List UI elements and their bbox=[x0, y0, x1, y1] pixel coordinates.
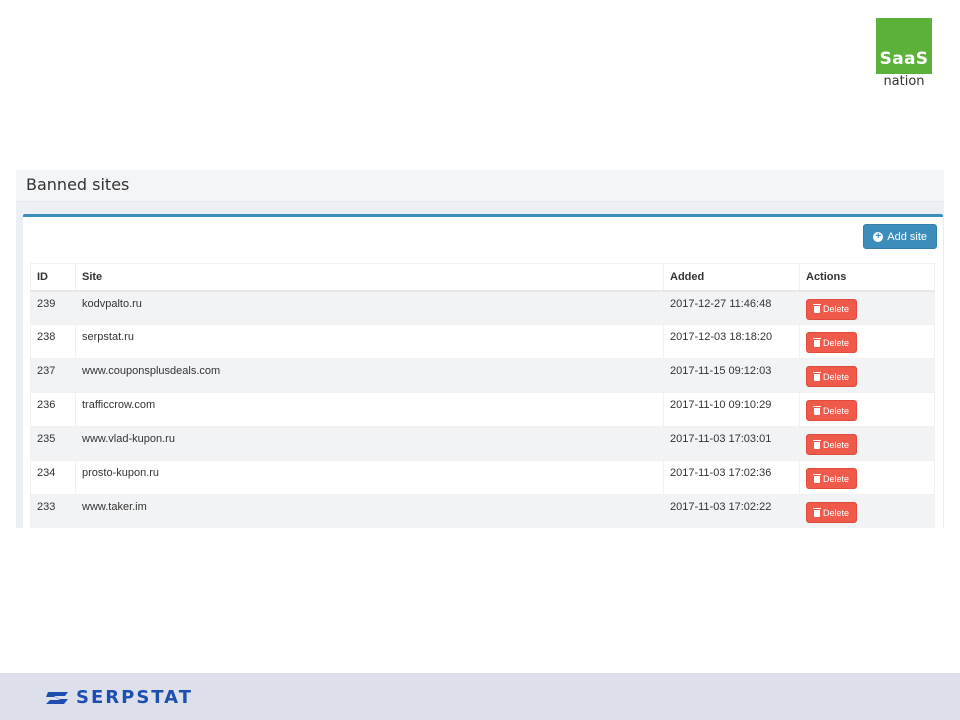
trash-icon bbox=[813, 439, 821, 449]
cell-id: 234 bbox=[30, 460, 76, 495]
cell-site: www.couponsplusdeals.com bbox=[75, 358, 664, 393]
cell-site: trafficcrow.com bbox=[75, 392, 664, 427]
trash-icon bbox=[813, 337, 821, 347]
cell-actions: Delete bbox=[799, 460, 935, 495]
trash-icon bbox=[813, 507, 821, 517]
admin-panel-screenshot: Banned sites + Add site ID Site Added Ac… bbox=[16, 170, 944, 528]
delete-label: Delete bbox=[823, 337, 850, 348]
serpstat-logo: SERPSTAT bbox=[46, 687, 193, 708]
cell-id: 239 bbox=[30, 290, 76, 325]
cell-site: serpstat.ru bbox=[75, 324, 664, 359]
cell-site: www.taker.im bbox=[75, 494, 664, 528]
cell-site: prosto-kupon.ru bbox=[75, 460, 664, 495]
table-row: 238 serpstat.ru 2017-12-03 18:18:20 Dele… bbox=[30, 324, 935, 359]
cell-id: 237 bbox=[30, 358, 76, 393]
serpstat-wordmark: SERPSTAT bbox=[76, 687, 193, 708]
cell-id: 235 bbox=[30, 426, 76, 461]
add-site-button[interactable]: + Add site bbox=[863, 224, 937, 249]
slide-footer: SERPSTAT bbox=[0, 673, 960, 720]
trash-icon bbox=[813, 405, 821, 415]
table-row: 233 www.taker.im 2017-11-03 17:02:22 Del… bbox=[30, 494, 935, 528]
delete-label: Delete bbox=[823, 371, 850, 382]
cell-added: 2017-12-03 18:18:20 bbox=[663, 324, 800, 359]
table-row: 237 www.couponsplusdeals.com 2017-11-15 … bbox=[30, 358, 935, 393]
column-header-id[interactable]: ID bbox=[30, 263, 76, 292]
cell-added: 2017-11-03 17:02:36 bbox=[663, 460, 800, 495]
delete-button[interactable]: Delete bbox=[806, 502, 858, 523]
column-header-site[interactable]: Site bbox=[75, 263, 664, 292]
delete-button[interactable]: Delete bbox=[806, 434, 858, 455]
cell-added: 2017-11-03 17:02:22 bbox=[663, 494, 800, 528]
banned-sites-table: ID Site Added Actions 239 kodvpalto.ru 2… bbox=[30, 263, 935, 528]
column-header-added[interactable]: Added bbox=[663, 263, 800, 292]
plus-circle-icon: + bbox=[873, 231, 884, 242]
saas-nation-logo: SaaS nation bbox=[876, 18, 932, 89]
table-row: 235 www.vlad-kupon.ru 2017-11-03 17:03:0… bbox=[30, 426, 935, 461]
table-header-row: ID Site Added Actions bbox=[30, 263, 935, 292]
add-site-label: Add site bbox=[887, 230, 927, 243]
cell-added: 2017-12-27 11:46:48 bbox=[663, 290, 800, 325]
content-header: Banned sites bbox=[16, 170, 944, 202]
cell-added: 2017-11-10 09:10:29 bbox=[663, 392, 800, 427]
delete-button[interactable]: Delete bbox=[806, 468, 858, 489]
cell-actions: Delete bbox=[799, 426, 935, 461]
cell-actions: Delete bbox=[799, 324, 935, 359]
delete-button[interactable]: Delete bbox=[806, 400, 858, 421]
cell-actions: Delete bbox=[799, 290, 935, 325]
cell-actions: Delete bbox=[799, 494, 935, 528]
table-row: 234 prosto-kupon.ru 2017-11-03 17:02:36 … bbox=[30, 460, 935, 495]
cell-added: 2017-11-15 09:12:03 bbox=[663, 358, 800, 393]
cell-site: kodvpalto.ru bbox=[75, 290, 664, 325]
delete-label: Delete bbox=[823, 439, 850, 450]
delete-label: Delete bbox=[823, 473, 850, 484]
delete-button[interactable]: Delete bbox=[806, 332, 858, 353]
delete-label: Delete bbox=[823, 405, 850, 416]
page-title: Banned sites bbox=[26, 175, 130, 194]
table-row: 239 kodvpalto.ru 2017-12-27 11:46:48 Del… bbox=[30, 290, 935, 325]
column-header-actions: Actions bbox=[799, 263, 935, 292]
trash-icon bbox=[813, 304, 821, 313]
cell-actions: Delete bbox=[799, 392, 935, 427]
table-row: 236 trafficcrow.com 2017-11-10 09:10:29 … bbox=[30, 392, 935, 427]
saas-logo-subtext: nation bbox=[883, 74, 925, 89]
delete-button[interactable]: Delete bbox=[806, 366, 858, 387]
trash-icon bbox=[813, 473, 821, 483]
banned-sites-box: + Add site ID Site Added Actions 239 kod… bbox=[23, 214, 943, 528]
cell-id: 233 bbox=[30, 494, 76, 528]
cell-actions: Delete bbox=[799, 358, 935, 393]
delete-label: Delete bbox=[823, 304, 850, 314]
trash-icon bbox=[813, 371, 821, 381]
saas-logo-box: SaaS bbox=[876, 18, 932, 74]
serpstat-logo-icon bbox=[46, 691, 68, 704]
cell-id: 236 bbox=[30, 392, 76, 427]
delete-label: Delete bbox=[823, 507, 850, 518]
cell-site: www.vlad-kupon.ru bbox=[75, 426, 664, 461]
delete-button[interactable]: Delete bbox=[806, 298, 858, 320]
cell-id: 238 bbox=[30, 324, 76, 359]
cell-added: 2017-11-03 17:03:01 bbox=[663, 426, 800, 461]
